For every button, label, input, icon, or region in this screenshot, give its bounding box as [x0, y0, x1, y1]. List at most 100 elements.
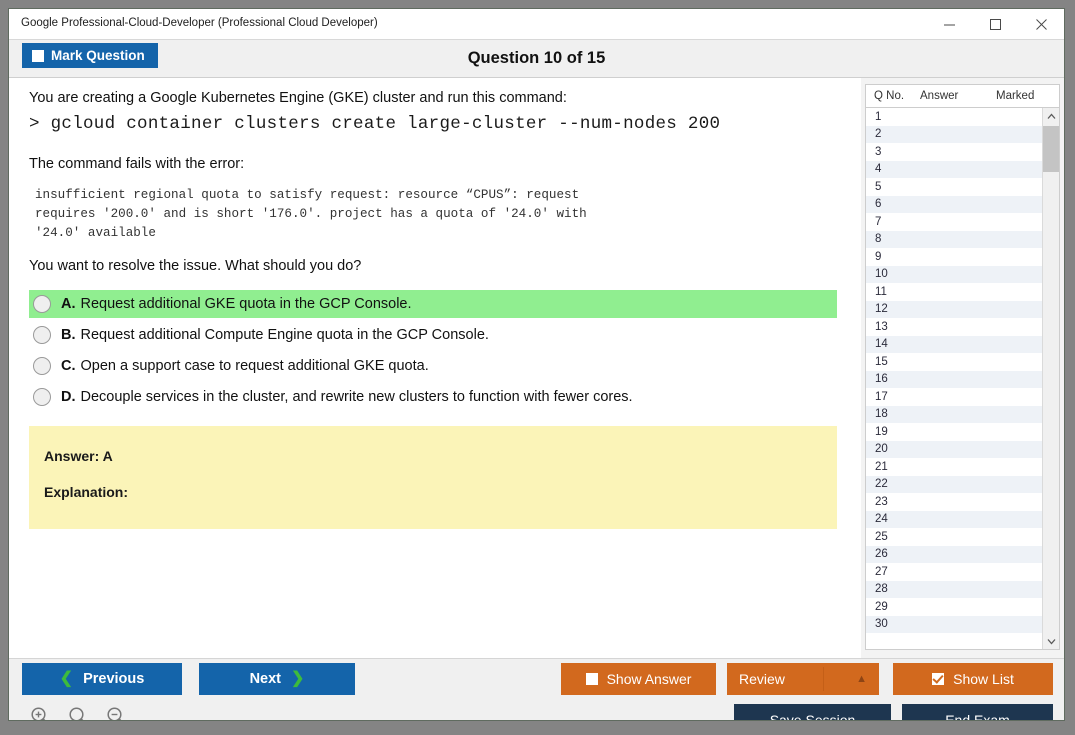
table-row[interactable]: 24: [866, 511, 1042, 529]
maximize-icon[interactable]: [972, 9, 1018, 39]
cell-qno: 3: [866, 146, 917, 158]
close-icon[interactable]: [1018, 9, 1064, 39]
scroll-up-icon[interactable]: [1043, 108, 1059, 125]
radio-button-icon[interactable]: [33, 388, 51, 406]
table-row[interactable]: 5: [866, 178, 1042, 196]
zoom-in-icon[interactable]: [27, 703, 53, 721]
radio-button-icon[interactable]: [33, 326, 51, 344]
table-row[interactable]: 18: [866, 406, 1042, 424]
chevron-up-icon[interactable]: ▲: [856, 673, 867, 685]
answer-options-list: A.Request additional GKE quota in the GC…: [29, 290, 837, 414]
table-row[interactable]: 25: [866, 528, 1042, 546]
table-row[interactable]: 8: [866, 231, 1042, 249]
table-row[interactable]: 7: [866, 213, 1042, 231]
option-text: Open a support case to request additiona…: [81, 358, 429, 374]
table-row[interactable]: 3: [866, 143, 1042, 161]
cell-qno: 10: [866, 268, 917, 280]
table-row[interactable]: 27: [866, 563, 1042, 581]
show-answer-button[interactable]: Show Answer: [561, 663, 716, 695]
table-row[interactable]: 16: [866, 371, 1042, 389]
table-row[interactable]: 20: [866, 441, 1042, 459]
cell-qno: 20: [866, 443, 917, 455]
cell-qno: 21: [866, 461, 917, 473]
review-dropdown[interactable]: Review ▲: [727, 663, 879, 695]
answer-option-a[interactable]: A.Request additional GKE quota in the GC…: [29, 290, 837, 318]
cell-qno: 12: [866, 303, 917, 315]
zoom-controls: [27, 703, 129, 721]
option-letter: D.: [61, 389, 76, 405]
radio-button-icon[interactable]: [33, 357, 51, 375]
show-list-label: Show List: [953, 671, 1014, 687]
answer-option-c[interactable]: C. Open a support case to request additio…: [29, 352, 837, 380]
table-row[interactable]: 26: [866, 546, 1042, 564]
table-row[interactable]: 30: [866, 616, 1042, 634]
question-prompt: You want to resolve the issue. What shou…: [9, 258, 381, 274]
table-row[interactable]: 1: [866, 108, 1042, 126]
save-session-label: Save Session: [770, 712, 856, 721]
question-content: You are creating a Google Kubernetes Eng…: [9, 78, 857, 658]
table-row[interactable]: 6: [866, 196, 1042, 214]
cell-qno: 29: [866, 601, 917, 613]
show-list-button[interactable]: Show List: [893, 663, 1053, 695]
column-header-answer: Answer: [920, 90, 996, 102]
option-letter: C.: [61, 358, 76, 374]
option-text: Request additional Compute Engine quota …: [81, 327, 489, 343]
table-row[interactable]: 12: [866, 301, 1042, 319]
cell-qno: 8: [866, 233, 917, 245]
cell-qno: 6: [866, 198, 917, 210]
zoom-reset-icon[interactable]: [65, 703, 91, 721]
option-text: Decouple services in the cluster, and re…: [81, 389, 633, 405]
table-row[interactable]: 10: [866, 266, 1042, 284]
table-row[interactable]: 2: [866, 126, 1042, 144]
table-row[interactable]: 13: [866, 318, 1042, 336]
table-row[interactable]: 28: [866, 581, 1042, 599]
answer-option-b[interactable]: B.Request additional Compute Engine quot…: [29, 321, 837, 349]
cell-qno: 14: [866, 338, 917, 350]
table-row[interactable]: 21: [866, 458, 1042, 476]
explanation-label: Explanation:: [44, 484, 837, 500]
question-list-scrollbar[interactable]: [1042, 108, 1059, 650]
table-row[interactable]: 29: [866, 598, 1042, 616]
table-row[interactable]: 22: [866, 476, 1042, 494]
review-divider: [823, 667, 824, 691]
chevron-left-icon: ❮: [60, 671, 73, 687]
cell-qno: 22: [866, 478, 917, 490]
answer-option-d[interactable]: D. Decouple services in the cluster, and …: [29, 383, 837, 411]
next-button[interactable]: Next ❯: [199, 663, 355, 695]
show-answer-checkbox-icon[interactable]: [586, 673, 598, 685]
table-row[interactable]: 11: [866, 283, 1042, 301]
cell-qno: 23: [866, 496, 917, 508]
show-list-checkbox-icon[interactable]: [932, 673, 944, 685]
window-controls: [926, 9, 1064, 39]
cell-qno: 24: [866, 513, 917, 525]
scroll-down-icon[interactable]: [1043, 633, 1059, 650]
table-row[interactable]: 9: [866, 248, 1042, 266]
cell-qno: 1: [866, 111, 917, 123]
minimize-icon[interactable]: [926, 9, 972, 39]
zoom-out-icon[interactable]: [103, 703, 129, 721]
question-list-header: Q No. Answer Marked: [866, 85, 1059, 108]
previous-button-label: Previous: [83, 671, 144, 687]
table-row[interactable]: 14: [866, 336, 1042, 354]
cell-qno: 30: [866, 618, 917, 630]
end-exam-button[interactable]: End Exam: [902, 704, 1053, 721]
window-titlebar: Google Professional-Cloud-Developer (Pro…: [9, 9, 1064, 40]
cell-qno: 7: [866, 216, 917, 228]
scrollbar-thumb[interactable]: [1043, 126, 1059, 172]
footer-toolbar: ❮ Previous Next ❯ Show Answer Review ▲ S…: [9, 658, 1064, 721]
error-intro-label: The command fails with the error:: [9, 156, 264, 172]
window-title: Google Professional-Cloud-Developer (Pro…: [21, 17, 378, 29]
table-row[interactable]: 4: [866, 161, 1042, 179]
table-row[interactable]: 23: [866, 493, 1042, 511]
save-session-button[interactable]: Save Session: [734, 704, 891, 721]
cell-qno: 25: [866, 531, 917, 543]
cell-qno: 26: [866, 548, 917, 560]
table-row[interactable]: 15: [866, 353, 1042, 371]
radio-button-icon[interactable]: [33, 295, 51, 313]
page-title: Question 10 of 15: [9, 49, 1064, 68]
cell-qno: 18: [866, 408, 917, 420]
previous-button[interactable]: ❮ Previous: [22, 663, 182, 695]
table-row[interactable]: 17: [866, 388, 1042, 406]
table-row[interactable]: 19: [866, 423, 1042, 441]
cell-qno: 17: [866, 391, 917, 403]
